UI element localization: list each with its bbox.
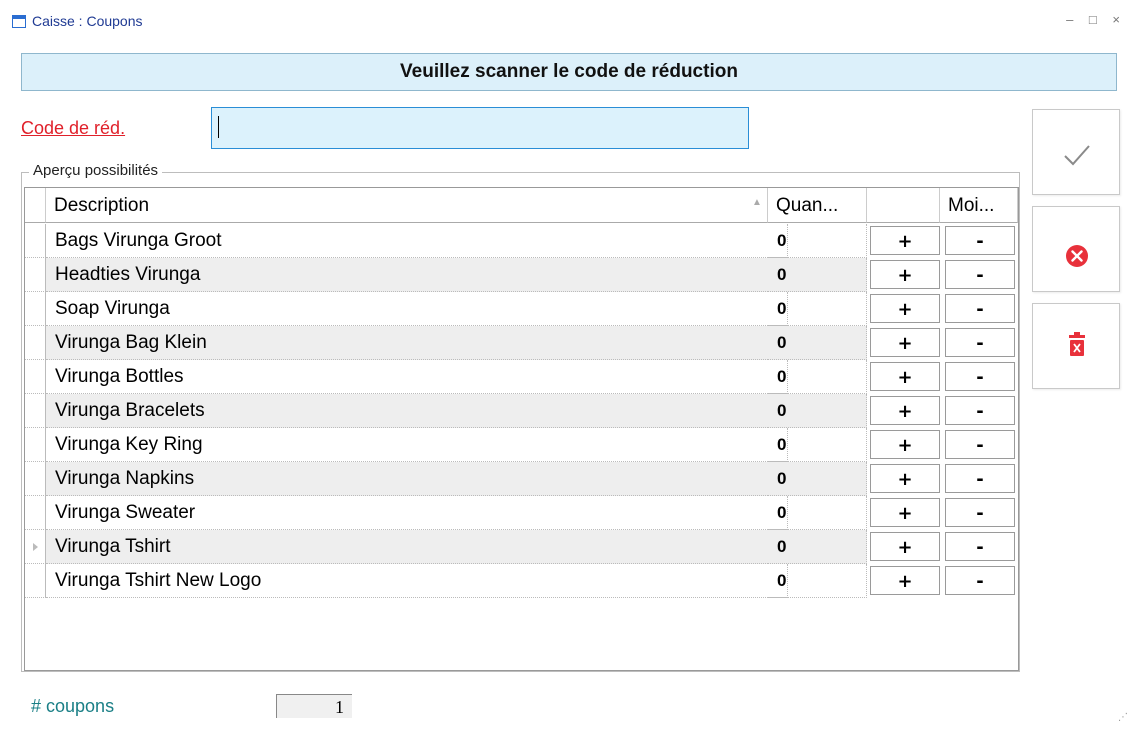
checkmark-icon [1064,145,1090,166]
increment-button[interactable]: + [870,396,940,425]
decrement-button[interactable]: - [945,260,1015,289]
increment-button[interactable]: + [870,294,940,323]
increment-button[interactable]: + [870,532,940,561]
code-label[interactable]: Code de réd. [21,118,125,139]
cell-description[interactable]: Headties Virunga [46,258,788,292]
table-row[interactable]: Virunga Bag Klein 0 + - [25,326,1018,360]
row-selector[interactable] [25,258,46,292]
row-selector[interactable] [25,224,46,258]
increment-button[interactable]: + [870,260,940,289]
decrement-button[interactable]: - [945,226,1015,255]
window-title: Caisse : Coupons [32,13,143,29]
cell-quantity[interactable]: 0 [768,258,867,292]
decrement-button[interactable]: - [945,362,1015,391]
column-header-description[interactable]: Description [46,188,768,223]
row-selector[interactable] [25,530,46,564]
decrement-button[interactable]: - [945,566,1015,595]
decrement-button[interactable]: - [945,532,1015,561]
cell-description[interactable]: Bags Virunga Groot [46,224,788,258]
cell-quantity[interactable]: 0 [768,496,867,530]
cell-quantity[interactable]: 0 [768,292,867,326]
cell-description[interactable]: Virunga Bottles [46,360,788,394]
decrement-button[interactable]: - [945,498,1015,527]
table-row[interactable]: Headties Virunga 0 + - [25,258,1018,292]
text-caret [218,116,219,138]
coupons-count-label: # coupons [31,696,115,716]
trash-icon [1069,332,1085,356]
code-input[interactable] [211,107,749,149]
table-row[interactable]: Virunga Tshirt 0 + - [25,530,1018,564]
table-row[interactable]: Soap Virunga 0 + - [25,292,1018,326]
row-selector[interactable] [25,360,46,394]
increment-button[interactable]: + [870,362,940,391]
cell-description[interactable]: Virunga Tshirt [46,530,788,564]
row-selector[interactable] [25,462,46,496]
row-selector[interactable] [25,292,46,326]
increment-button[interactable]: + [870,464,940,493]
cell-quantity[interactable]: 0 [768,428,867,462]
table-row[interactable]: Bags Virunga Groot 0 + - [25,224,1018,258]
cell-quantity[interactable]: 0 [768,394,867,428]
column-header-quantity[interactable]: Quan... [768,188,867,223]
decrement-button[interactable]: - [945,430,1015,459]
confirm-button[interactable] [1032,109,1120,195]
row-selector[interactable] [25,326,46,360]
cell-description[interactable]: Virunga Key Ring [46,428,788,462]
decrement-button[interactable]: - [945,294,1015,323]
coupons-count-value: 1 [276,694,352,718]
delete-button[interactable] [1032,303,1120,389]
table-row[interactable]: Virunga Key Ring 0 + - [25,428,1018,462]
cell-description[interactable]: Virunga Bag Klein [46,326,788,360]
increment-button[interactable]: + [870,566,940,595]
increment-button[interactable]: + [870,226,940,255]
table-row[interactable]: Virunga Tshirt New Logo 0 + - [25,564,1018,598]
cell-quantity[interactable]: 0 [768,224,867,258]
column-header-plus[interactable] [867,188,940,223]
group-legend: Aperçu possibilités [29,162,163,179]
window-app-icon [12,15,26,28]
current-row-indicator-icon [33,543,38,551]
cell-quantity[interactable]: 0 [768,462,867,496]
cell-description[interactable]: Soap Virunga [46,292,788,326]
table-row[interactable]: Virunga Bottles 0 + - [25,360,1018,394]
cell-description[interactable]: Virunga Napkins [46,462,788,496]
table-row[interactable]: Virunga Bracelets 0 + - [25,394,1018,428]
cell-quantity[interactable]: 0 [768,360,867,394]
table-row[interactable]: Virunga Napkins 0 + - [25,462,1018,496]
cancel-button[interactable] [1032,206,1120,292]
cell-quantity[interactable]: 0 [768,564,867,598]
row-selector[interactable] [25,428,46,462]
cell-description[interactable]: Virunga Bracelets [46,394,788,428]
increment-button[interactable]: + [870,430,940,459]
sort-arrow-icon: ▲ [752,197,762,208]
decrement-button[interactable]: - [945,328,1015,357]
row-selector[interactable] [25,394,46,428]
cancel-circle-icon [1066,245,1088,267]
decrement-button[interactable]: - [945,396,1015,425]
cell-description[interactable]: Virunga Sweater [46,496,788,530]
table-row[interactable]: Virunga Sweater 0 + - [25,496,1018,530]
decrement-button[interactable]: - [945,464,1015,493]
cell-quantity[interactable]: 0 [768,530,867,564]
increment-button[interactable]: + [870,328,940,357]
column-header-minus[interactable]: Moi... [940,188,1018,223]
title-bar: Caisse : Coupons – □ × [0,0,1134,46]
increment-button[interactable]: + [870,498,940,527]
instruction-banner: Veuillez scanner le code de réduction [21,53,1117,91]
window-controls[interactable]: – □ × [1066,12,1126,27]
row-selector[interactable] [25,496,46,530]
header-row-selector [25,188,46,223]
cell-description[interactable]: Virunga Tshirt New Logo [46,564,788,598]
row-selector[interactable] [25,564,46,598]
cell-quantity[interactable]: 0 [768,326,867,360]
resize-grip-icon[interactable]: ⋰ [1118,712,1128,723]
